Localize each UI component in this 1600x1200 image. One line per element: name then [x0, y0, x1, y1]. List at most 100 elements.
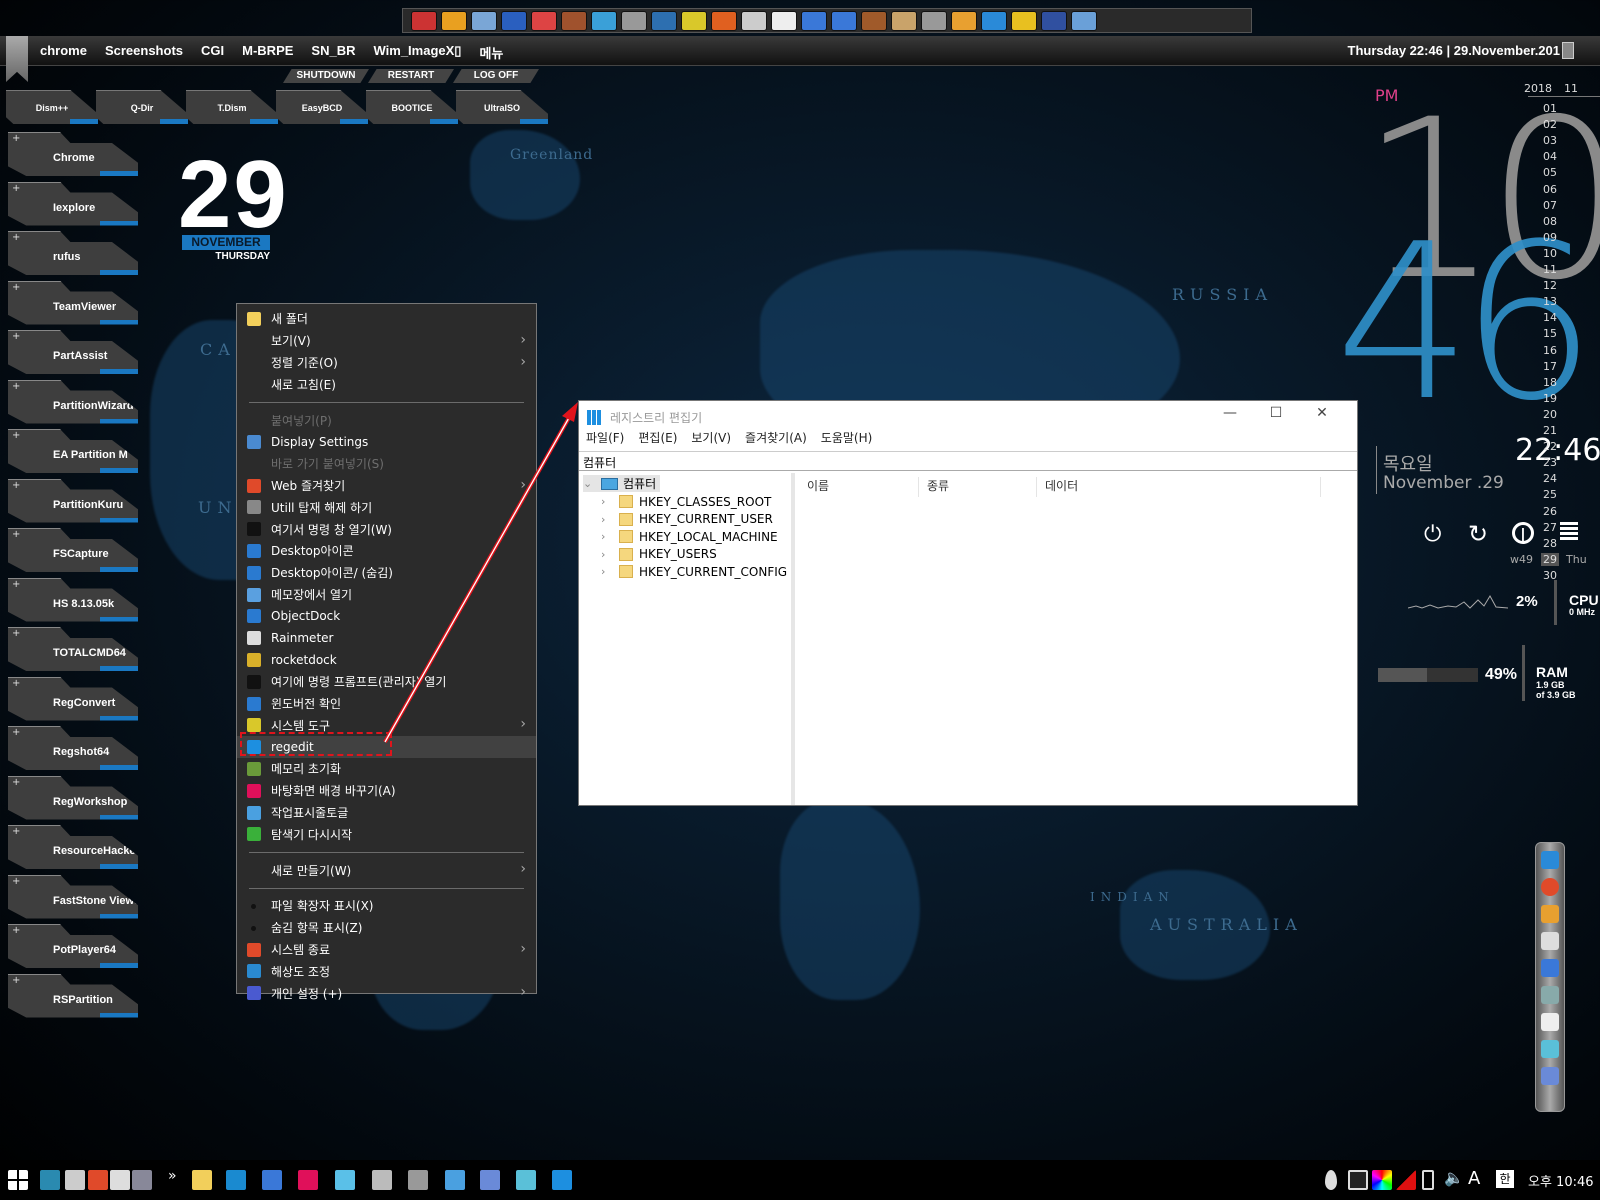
- calendar-day[interactable]: 28: [1543, 537, 1557, 550]
- calendar-day[interactable]: 06: [1543, 183, 1557, 196]
- calendar-day[interactable]: 16: [1543, 344, 1557, 357]
- calendar-day[interactable]: 13: [1543, 295, 1557, 308]
- app-icon[interactable]: [1541, 905, 1559, 923]
- tree-node[interactable]: › HKEY_USERS: [601, 546, 717, 563]
- calendar-day[interactable]: 15: [1543, 327, 1557, 340]
- menu-1[interactable]: 편집(E): [638, 429, 677, 446]
- font-indicator[interactable]: A: [1468, 1168, 1480, 1189]
- plus-icon[interactable]: +: [12, 876, 20, 887]
- menu-3[interactable]: 즐겨찾기(A): [745, 429, 807, 446]
- taskbar-app-icon[interactable]: [298, 1170, 318, 1190]
- logoff-icon[interactable]: |: [1512, 522, 1534, 544]
- taskbar-app-icon[interactable]: [262, 1170, 282, 1190]
- tree-node[interactable]: › HKEY_CURRENT_USER: [601, 511, 773, 528]
- plus-icon[interactable]: +: [12, 777, 20, 788]
- chevron-right-icon[interactable]: ›: [601, 530, 619, 543]
- column-name[interactable]: 이름: [799, 477, 919, 497]
- chevron-right-icon[interactable]: ›: [601, 565, 619, 578]
- calendar-day[interactable]: 24: [1543, 472, 1557, 485]
- calendar-day[interactable]: 21: [1543, 424, 1557, 437]
- column-type[interactable]: 종류: [919, 477, 1037, 497]
- menu-4[interactable]: 도움말(H): [821, 429, 873, 446]
- calendar-day[interactable]: 20: [1543, 408, 1557, 421]
- chevron-right-icon[interactable]: ›: [601, 548, 619, 561]
- calendar-day[interactable]: 23: [1543, 456, 1557, 469]
- taskbar-app-icon[interactable]: [40, 1170, 60, 1190]
- taskbar-app-icon[interactable]: [65, 1170, 85, 1190]
- plus-icon[interactable]: +: [12, 232, 20, 243]
- calendar-day[interactable]: 26: [1543, 505, 1557, 518]
- taskbar-app-icon[interactable]: [226, 1170, 246, 1190]
- plus-icon[interactable]: +: [12, 628, 20, 639]
- lock-icon[interactable]: [1560, 522, 1578, 540]
- calendar-day[interactable]: 08: [1543, 215, 1557, 228]
- calendar-day[interactable]: 01: [1543, 102, 1557, 115]
- calendar-day[interactable]: 22: [1543, 440, 1557, 453]
- taskbar-app-icon[interactable]: [516, 1170, 536, 1190]
- calendar-day[interactable]: 18: [1543, 376, 1557, 389]
- calendar-day[interactable]: 27: [1543, 521, 1557, 534]
- calendar-day[interactable]: 07: [1543, 199, 1557, 212]
- plus-icon[interactable]: +: [12, 331, 20, 342]
- taskbar-app-icon[interactable]: [335, 1170, 355, 1190]
- chrome-icon[interactable]: [1541, 878, 1559, 896]
- ime-indicator[interactable]: 한: [1496, 1170, 1514, 1188]
- minimize-button[interactable]: —: [1207, 405, 1253, 427]
- calendar-day[interactable]: 12: [1543, 279, 1557, 292]
- restart-icon[interactable]: ↻: [1468, 520, 1488, 548]
- plus-icon[interactable]: +: [12, 183, 20, 194]
- calendar-day[interactable]: 14: [1543, 311, 1557, 324]
- column-data[interactable]: 데이터: [1037, 477, 1321, 497]
- calendar-day[interactable]: 09: [1543, 231, 1557, 244]
- taskbar-app-icon[interactable]: [192, 1170, 212, 1190]
- ie-icon[interactable]: [1541, 851, 1559, 869]
- color-tray-icon[interactable]: [1372, 1170, 1392, 1190]
- chevron-right-icon[interactable]: ›: [601, 513, 619, 526]
- calendar-day[interactable]: 10: [1543, 247, 1557, 260]
- chevron-right-icon[interactable]: ›: [601, 495, 619, 508]
- overflow-chevron-icon[interactable]: »: [168, 1168, 177, 1184]
- taskbar-app-icon[interactable]: [552, 1170, 572, 1190]
- calendar-day[interactable]: 03: [1543, 134, 1557, 147]
- taskbar-app-icon[interactable]: [132, 1170, 152, 1190]
- network-tray-icon[interactable]: [1348, 1170, 1368, 1190]
- power-icon[interactable]: ⏻: [1424, 522, 1441, 547]
- calendar-day[interactable]: 02: [1543, 118, 1557, 131]
- plus-icon[interactable]: +: [12, 430, 20, 441]
- tree-node[interactable]: › HKEY_CLASSES_ROOT: [601, 493, 771, 510]
- calendar-day[interactable]: 05: [1543, 166, 1557, 179]
- taskbar-app-icon[interactable]: [372, 1170, 392, 1190]
- taskbar-app-icon[interactable]: [408, 1170, 428, 1190]
- tree-node[interactable]: › HKEY_CURRENT_CONFIG: [601, 563, 787, 580]
- calendar-day[interactable]: 17: [1543, 360, 1557, 373]
- network-icon[interactable]: [1541, 1067, 1559, 1085]
- plus-icon[interactable]: +: [12, 381, 20, 392]
- taskbar-app-icon[interactable]: [445, 1170, 465, 1190]
- calendar-day[interactable]: 25: [1543, 488, 1557, 501]
- plus-icon[interactable]: +: [12, 727, 20, 738]
- taskbar-app-icon[interactable]: [88, 1170, 108, 1190]
- computer-icon[interactable]: [1541, 986, 1559, 1004]
- plus-icon[interactable]: +: [12, 133, 20, 144]
- chevron-down-icon[interactable]: ⌄: [583, 477, 601, 490]
- taskbar-app-icon[interactable]: [110, 1170, 130, 1190]
- calendar-day[interactable]: 11: [1543, 263, 1557, 276]
- plus-icon[interactable]: +: [12, 826, 20, 837]
- plus-icon[interactable]: +: [12, 579, 20, 590]
- app-tray-icon[interactable]: [1396, 1170, 1416, 1190]
- rainmeter-tray-icon[interactable]: [1325, 1170, 1337, 1190]
- plus-icon[interactable]: +: [12, 282, 20, 293]
- calendar-day[interactable]: 19: [1543, 392, 1557, 405]
- menu-0[interactable]: 파일(F): [586, 429, 624, 446]
- taskbar-clock[interactable]: 오후 10:46: [1528, 1171, 1594, 1190]
- plus-icon[interactable]: +: [12, 925, 20, 936]
- taskbar-app-icon[interactable]: [480, 1170, 500, 1190]
- start-button[interactable]: [8, 1170, 28, 1190]
- calendar-day[interactable]: 04: [1543, 150, 1557, 163]
- tree-node[interactable]: › HKEY_LOCAL_MACHINE: [601, 528, 778, 545]
- volume-icon[interactable]: 🔈: [1444, 1168, 1464, 1187]
- tree-node-computer[interactable]: ⌄ 컴퓨터: [583, 475, 661, 492]
- diamond-icon[interactable]: [1541, 1013, 1559, 1031]
- plus-icon[interactable]: +: [12, 529, 20, 540]
- maximize-button[interactable]: ☐: [1253, 405, 1299, 427]
